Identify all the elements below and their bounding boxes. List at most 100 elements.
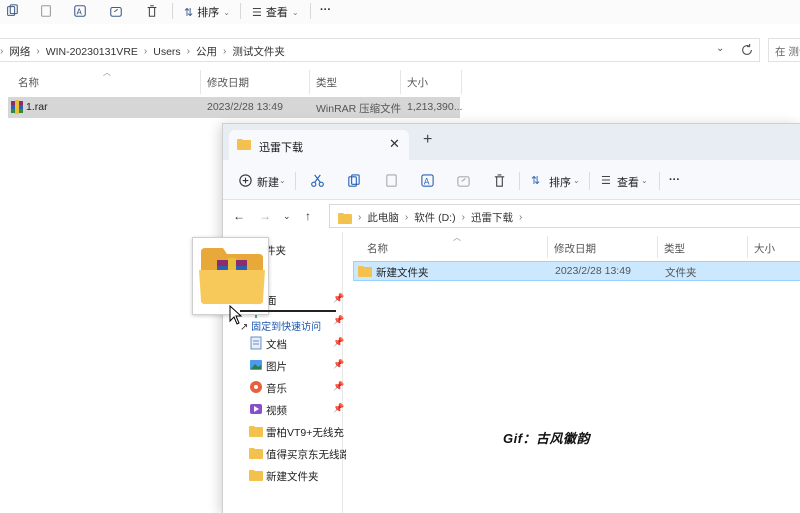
tab-title: 迅雷下载 — [259, 142, 303, 154]
column-header-name[interactable]: 名称 — [367, 241, 388, 256]
more-options-button[interactable]: ··· — [669, 174, 680, 186]
rar-archive-icon — [11, 100, 23, 114]
more-options-button[interactable]: ··· — [320, 4, 331, 16]
tab-xunlei-download[interactable]: 迅雷下载 ✕ — [229, 130, 409, 160]
chevron-down-icon: ⌄ — [573, 176, 580, 185]
sort-button[interactable]: ⇅ 排序 ⌄ — [184, 4, 230, 20]
cut-icon[interactable] — [309, 172, 325, 188]
chevron-down-icon: ⌄ — [291, 7, 299, 17]
breadcrumb-item[interactable]: 软件 (D:) — [414, 210, 455, 225]
delete-icon[interactable] — [491, 172, 507, 188]
chevron-down-icon: ⌄ — [279, 176, 286, 185]
rename-icon[interactable]: A — [72, 3, 88, 19]
breadcrumb-item[interactable]: 此电脑 — [367, 210, 399, 225]
refresh-icon[interactable] — [740, 43, 754, 57]
view-button[interactable]: 查看 — [617, 174, 639, 190]
column-divider[interactable] — [747, 236, 748, 258]
file-modified: 2023/2/28 13:49 — [207, 101, 283, 113]
share-icon[interactable] — [108, 3, 124, 19]
file-size: 1,213,390... — [407, 101, 463, 113]
pin-icon: 📌 — [333, 315, 345, 325]
chevron-right-icon: › — [518, 212, 523, 223]
file-row[interactable]: 1.rar 2023/2/28 13:49 WinRAR 压缩文件 1,213,… — [8, 97, 463, 118]
column-header-size[interactable]: 大小 — [754, 241, 775, 256]
videos-icon — [250, 404, 262, 414]
rename-icon[interactable]: A — [419, 172, 435, 188]
watermark: Gif：古风徽韵 — [503, 431, 591, 446]
column-header-size[interactable]: 大小 — [407, 75, 428, 90]
navigation-bar: ← → ⌄ ↑ › 此电脑 › 软件 (D:) › 迅雷下载 › — [223, 200, 800, 232]
close-icon[interactable]: ✕ — [389, 136, 400, 152]
svg-text:A: A — [423, 176, 429, 186]
new-button[interactable]: 新建 — [257, 174, 279, 190]
sort-caret-icon: ︿ — [453, 233, 461, 242]
pin-icon: 📌 — [333, 403, 345, 413]
folder-row[interactable]: 新建文件夹 2023/2/28 13:49 文件夹 — [353, 261, 800, 281]
toolbar-divider — [659, 172, 660, 190]
paste-icon[interactable] — [383, 172, 399, 188]
pictures-icon — [250, 360, 262, 370]
breadcrumb: › 此电脑 › 软件 (D:) › 迅雷下载 › — [338, 210, 522, 225]
mouse-cursor-icon — [229, 305, 243, 325]
sidebar-item-documents[interactable]: 文档 📌 — [249, 334, 345, 354]
folder-icon — [249, 470, 263, 481]
sidebar-item-folder[interactable]: 新建文件夹 — [249, 466, 343, 486]
sort-button[interactable]: 排序 — [549, 174, 571, 190]
view-icon: ☰ — [252, 6, 262, 19]
sidebar-item-videos[interactable]: 视频 📌 — [249, 400, 345, 420]
breadcrumb-item[interactable]: 公用 — [196, 44, 217, 59]
chevron-right-icon: › — [143, 46, 148, 57]
documents-icon — [250, 336, 262, 350]
breadcrumb-item[interactable]: 迅雷下载 — [471, 210, 513, 225]
forward-arrow-icon[interactable]: → — [259, 209, 271, 223]
view-button[interactable]: ☰ 查看 ⌄ — [252, 4, 299, 20]
column-header-modified[interactable]: 修改日期 — [554, 241, 596, 256]
paste-icon[interactable] — [38, 3, 54, 19]
copy-icon[interactable] — [4, 3, 20, 19]
chevron-right-icon: › — [404, 212, 409, 223]
pin-icon: 📌 — [333, 337, 345, 347]
back-arrow-icon[interactable]: ← — [233, 209, 245, 223]
breadcrumb-item[interactable]: Users — [153, 46, 180, 58]
copy-icon[interactable] — [345, 172, 361, 188]
column-header-modified[interactable]: 修改日期 — [207, 75, 249, 90]
sort-icon: ⇅ — [184, 6, 194, 19]
drag-preview — [192, 237, 269, 315]
column-divider[interactable] — [400, 70, 401, 94]
column-header-type[interactable]: 类型 — [316, 75, 337, 90]
address-history-chevron-icon[interactable]: ⌄ — [716, 43, 724, 54]
column-divider[interactable] — [200, 70, 201, 94]
column-divider[interactable] — [309, 70, 310, 94]
folder-name: 新建文件夹 — [376, 267, 429, 279]
column-divider[interactable] — [547, 236, 548, 258]
column-header-name[interactable]: 名称 — [18, 75, 39, 90]
breadcrumb-item[interactable]: 测试文件夹 — [232, 44, 285, 59]
view-icon: ☰ — [601, 175, 611, 187]
sidebar-item-pictures[interactable]: 图片 📌 — [249, 356, 345, 376]
drag-tooltip-label: 固定到快速访问 — [251, 322, 322, 333]
file-type: WinRAR 压缩文件 — [316, 103, 402, 115]
delete-icon[interactable] — [144, 3, 160, 19]
sidebar-item-music[interactable]: 音乐 📌 — [249, 378, 345, 398]
new-tab-button[interactable]: + — [423, 131, 432, 149]
share-icon[interactable] — [455, 172, 471, 188]
breadcrumb-item[interactable]: 网络 — [9, 44, 30, 59]
column-divider[interactable] — [461, 70, 462, 94]
recent-locations-chevron-icon[interactable]: ⌄ — [283, 211, 291, 222]
background-address-bar[interactable]: › 网络 › WIN-20230131VRE › Users › 公用 › 测试… — [0, 38, 760, 62]
pin-icon: 📌 — [333, 359, 345, 369]
folder-icon — [358, 266, 372, 277]
view-label: 查看 — [265, 7, 288, 19]
address-bar[interactable]: › 此电脑 › 软件 (D:) › 迅雷下载 › — [329, 204, 800, 228]
svg-text:A: A — [77, 8, 83, 17]
chevron-right-icon: › — [358, 212, 362, 223]
sidebar-item-folder[interactable]: 值得买京东无线路由 — [249, 444, 346, 464]
breadcrumb-item[interactable]: WIN-20230131VRE — [46, 46, 138, 58]
up-arrow-icon[interactable]: ↑ — [305, 209, 311, 223]
sidebar-item-folder[interactable]: 雷柏VT9+无线充 — [249, 422, 344, 442]
pin-icon: 📌 — [333, 381, 345, 391]
column-header-type[interactable]: 类型 — [664, 241, 685, 256]
column-divider[interactable] — [657, 236, 658, 258]
search-input[interactable]: 在 测试 — [768, 38, 800, 62]
chevron-down-icon: ⌄ — [641, 176, 648, 185]
